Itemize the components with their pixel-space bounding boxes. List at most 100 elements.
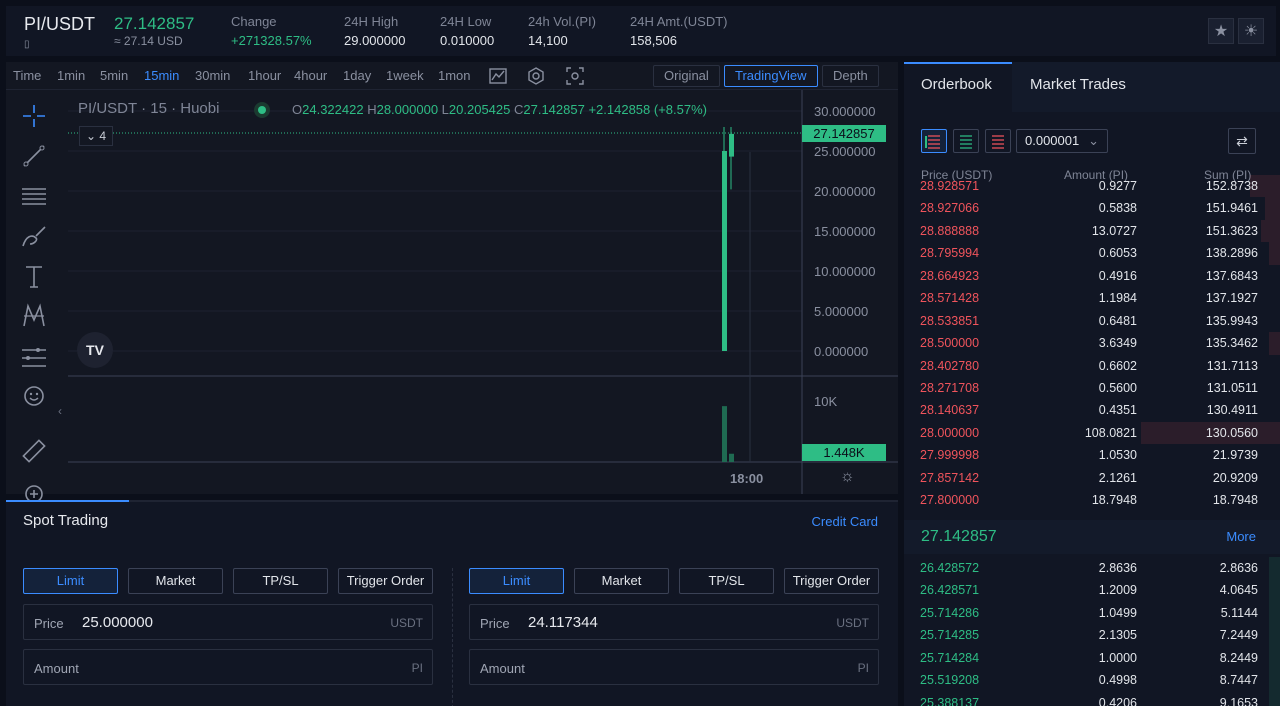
indicator-toggle-button[interactable]: ⌄ 4 xyxy=(79,126,113,146)
price-tick: 15.000000 xyxy=(814,224,876,239)
bid-amount: 2.8636 xyxy=(1098,561,1137,575)
order-type-trigger[interactable]: Trigger Order xyxy=(784,568,879,594)
ask-row[interactable]: 28.571428 1.1984 137.1927 xyxy=(904,287,1280,309)
stat-value: +271328.57% xyxy=(231,33,312,48)
bid-row[interactable]: 25.388137 0.4206 9.1653 xyxy=(904,691,1280,706)
stat-label: 24H Amt.(USDT) xyxy=(630,14,728,29)
ask-row[interactable]: 27.999998 1.0530 21.9739 xyxy=(904,444,1280,466)
order-type-tpsl[interactable]: TP/SL xyxy=(233,568,328,594)
ask-row[interactable]: 28.402780 0.6602 131.7113 xyxy=(904,355,1280,377)
chart-settings-icon[interactable]: ☼ xyxy=(840,468,855,486)
bid-row[interactable]: 25.714285 2.1305 7.2449 xyxy=(904,624,1280,647)
precision-select[interactable]: 0.000001 ⌄ xyxy=(1016,129,1108,153)
tab-orderbook[interactable]: Orderbook xyxy=(921,76,992,93)
price-tick: 5.000000 xyxy=(814,304,869,319)
field-label: Price xyxy=(480,616,510,631)
orderbook-switch-button[interactable]: ⇄ xyxy=(1228,128,1256,154)
ask-row[interactable]: 28.500000 3.6349 135.3462 xyxy=(904,332,1280,355)
ask-row[interactable]: 28.271708 0.5600 131.0511 xyxy=(904,377,1280,399)
bid-sum: 4.0645 xyxy=(1219,583,1258,598)
more-link[interactable]: More xyxy=(1226,529,1256,544)
bid-row[interactable]: 26.428571 1.2009 4.0645 xyxy=(904,579,1280,602)
order-type-limit[interactable]: Limit xyxy=(23,568,118,594)
order-type-limit[interactable]: Limit xyxy=(469,568,564,594)
trading-app: PI/USDT ▯ 27.142857 ≈ 27.14 USD Change +… xyxy=(0,0,1280,706)
stat-24h-volume: 24h Vol.(PI) 14,100 xyxy=(528,14,596,48)
bid-sum: 7.2449 xyxy=(1219,628,1258,643)
price-tick: 25.000000 xyxy=(814,144,876,159)
ask-row[interactable]: 28.927066 0.5838 151.9461 xyxy=(904,197,1280,220)
show-both-button[interactable] xyxy=(921,129,947,153)
volume-tag: 1.448K xyxy=(802,444,886,461)
depth-bar xyxy=(1268,691,1280,706)
price-tick: 20.000000 xyxy=(814,184,876,199)
pair-info-icon[interactable]: ▯ xyxy=(24,39,30,50)
ask-sum: 21.9739 xyxy=(1212,448,1258,463)
ask-row[interactable]: 28.888888 13.0727 151.3623 xyxy=(904,219,1280,243)
field-value[interactable]: 25.000000 xyxy=(82,614,153,631)
stat-value: 29.000000 xyxy=(344,33,406,48)
depth-bar xyxy=(1268,646,1280,670)
stat-value: 158,506 xyxy=(630,33,677,48)
ask-row[interactable]: 28.795994 0.6053 138.2896 xyxy=(904,242,1280,265)
bid-amount: 1.0499 xyxy=(1098,605,1137,620)
ask-amount: 0.6053 xyxy=(1098,246,1137,261)
bid-row[interactable]: 25.519208 0.4998 8.7447 xyxy=(904,669,1280,692)
sell-amount-field[interactable]: Amount PI xyxy=(469,649,879,685)
credit-card-link[interactable]: Credit Card xyxy=(812,514,878,529)
buy-amount-field[interactable]: Amount PI xyxy=(23,649,433,685)
field-value[interactable]: 24.117344 xyxy=(528,614,598,631)
trading-tabbar: Spot Trading Credit Card xyxy=(6,500,898,538)
order-type-market[interactable]: Market xyxy=(574,568,669,594)
theme-toggle-button[interactable]: ☀ xyxy=(1238,18,1264,44)
ask-amount: 0.6481 xyxy=(1098,313,1137,328)
both-sides-icon xyxy=(925,135,940,149)
volume-bar xyxy=(729,453,734,462)
ohlc-open: 24.322422 xyxy=(302,102,364,117)
ask-row[interactable]: 27.800000 18.7948 18.7948 xyxy=(904,489,1280,511)
price-tick: 0.000000 xyxy=(814,344,869,359)
bid-price: 25.714285 xyxy=(920,628,980,643)
sell-price-field[interactable]: Price 24.117344 USDT xyxy=(469,604,879,640)
chevron-left-icon[interactable]: ‹ xyxy=(58,404,62,418)
buy-price-field[interactable]: Price 25.000000 USDT xyxy=(23,604,433,640)
grid-lines xyxy=(68,110,802,352)
candlestick-chart[interactable] xyxy=(6,62,898,494)
favorite-button[interactable]: ★ xyxy=(1208,18,1234,44)
bid-amount: 0.4206 xyxy=(1098,695,1137,706)
pair-selector[interactable]: PI/USDT ▯ xyxy=(24,14,95,50)
chevron-down-icon: ⌄ xyxy=(86,129,97,143)
show-bids-button[interactable] xyxy=(953,129,979,153)
ask-sum: 135.9943 xyxy=(1205,313,1258,328)
tab-spot-trading[interactable]: Spot Trading xyxy=(6,500,129,538)
bid-amount: 1.0000 xyxy=(1098,650,1137,665)
ask-price: 28.000000 xyxy=(920,425,980,440)
ask-row[interactable]: 28.140637 0.4351 130.4911 xyxy=(904,399,1280,421)
ask-row[interactable]: 28.000000 108.0821 130.0560 xyxy=(904,421,1280,445)
order-type-trigger[interactable]: Trigger Order xyxy=(338,568,433,594)
show-asks-button[interactable] xyxy=(985,129,1011,153)
bid-row[interactable]: 26.428572 2.8636 2.8636 xyxy=(904,557,1280,580)
stat-label: 24H High xyxy=(344,14,399,29)
bid-row[interactable]: 25.714286 1.0499 5.1144 xyxy=(904,601,1280,625)
ask-row[interactable]: 28.664923 0.4916 137.6843 xyxy=(904,265,1280,287)
market-header: PI/USDT ▯ 27.142857 ≈ 27.14 USD Change +… xyxy=(6,6,1276,56)
ask-price: 28.140637 xyxy=(920,403,980,418)
pair-name[interactable]: PI/USDT xyxy=(24,14,95,35)
ask-row[interactable]: 27.857142 2.1261 20.9209 xyxy=(904,467,1280,489)
volume-bar xyxy=(722,406,727,462)
order-type-market[interactable]: Market xyxy=(128,568,223,594)
ask-row[interactable]: 28.928571 0.9277 152.8738 xyxy=(904,175,1280,198)
ask-price: 27.999998 xyxy=(920,448,980,463)
current-price-tag: 27.142857 xyxy=(802,125,886,142)
bid-row[interactable]: 25.714284 1.0000 8.2449 xyxy=(904,646,1280,670)
tab-market-trades[interactable]: Market Trades xyxy=(1030,76,1126,93)
asks-only-icon xyxy=(992,135,1004,149)
ohlc-close: 27.142857 xyxy=(523,102,585,117)
tradingview-logo[interactable]: TV xyxy=(77,332,113,368)
stat-label: 24h Vol.(PI) xyxy=(528,14,596,29)
ask-row[interactable]: 28.533851 0.6481 135.9943 xyxy=(904,310,1280,332)
order-type-tpsl[interactable]: TP/SL xyxy=(679,568,774,594)
ask-sum: 152.8738 xyxy=(1205,179,1258,193)
bid-sum: 8.7447 xyxy=(1219,673,1258,688)
